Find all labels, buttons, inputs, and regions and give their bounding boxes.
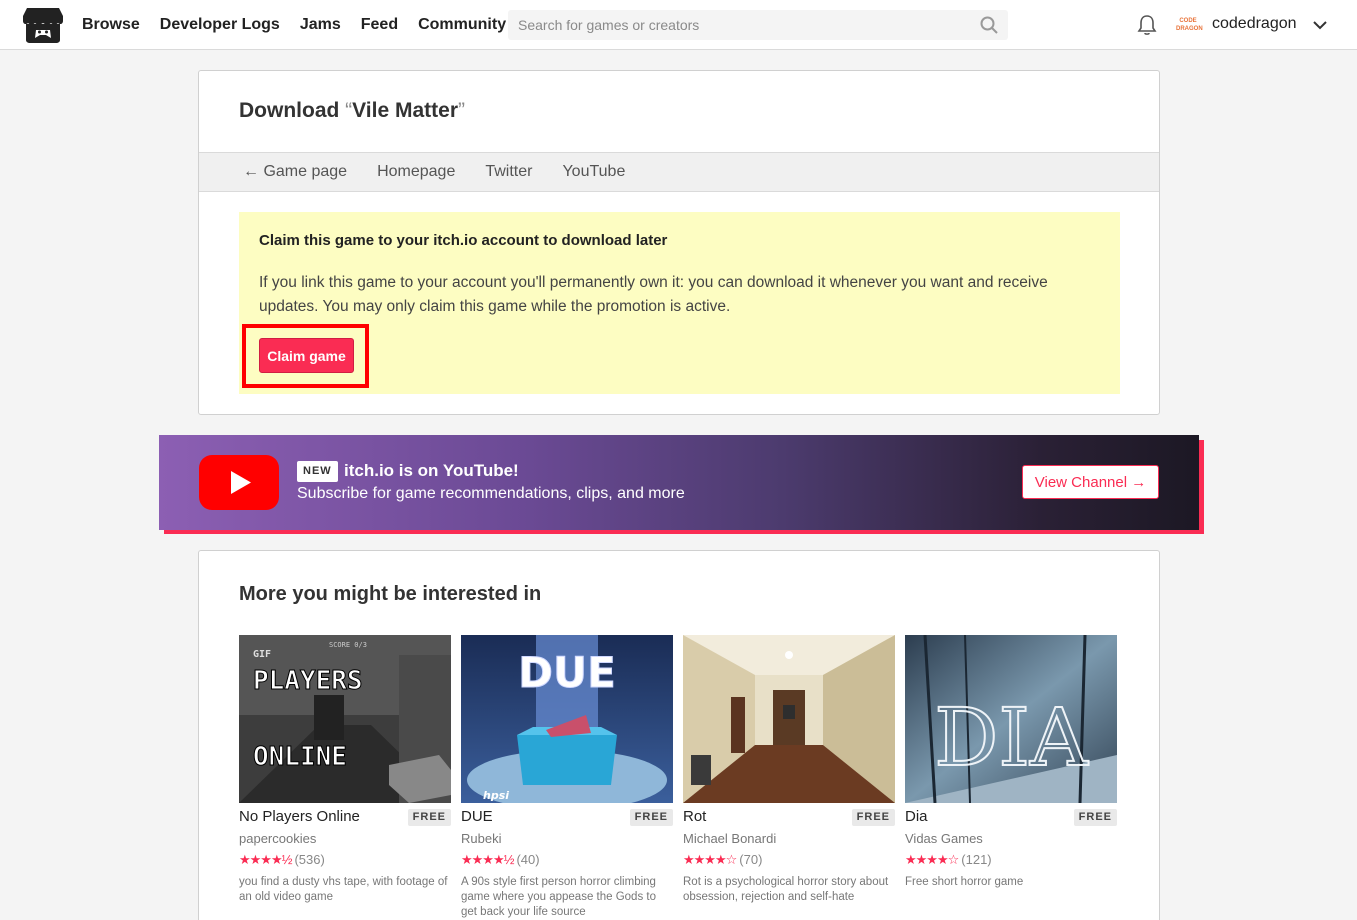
game-author[interactable]: Michael Bonardi bbox=[683, 831, 776, 846]
username[interactable]: codedragon bbox=[1212, 15, 1297, 33]
search-icon[interactable] bbox=[980, 16, 998, 34]
homepage-link[interactable]: Homepage bbox=[377, 163, 455, 181]
search-bar bbox=[508, 10, 1008, 40]
download-panel: Download “Vile Matter” ← Game page Homep… bbox=[198, 70, 1160, 415]
itchio-logo-icon[interactable] bbox=[23, 7, 63, 44]
game-title: Vile Matter bbox=[352, 99, 458, 122]
recommendations-panel: More you might be interested in SCORE 0/… bbox=[198, 550, 1160, 920]
game-thumbnail[interactable]: DUE hpsi bbox=[461, 635, 673, 803]
game-links-bar: ← Game page Homepage Twitter YouTube bbox=[199, 152, 1159, 192]
claim-description: If you link this game to your account yo… bbox=[259, 274, 1048, 315]
chevron-down-icon[interactable] bbox=[1312, 17, 1328, 33]
rating-count: (121) bbox=[961, 852, 992, 867]
new-badge: NEW bbox=[297, 461, 338, 482]
thumb-studio-label: hpsi bbox=[483, 789, 509, 802]
rating: ★★★★☆ (121) bbox=[905, 852, 992, 868]
game-author[interactable]: papercookies bbox=[239, 831, 316, 846]
search-input[interactable] bbox=[508, 10, 968, 40]
twitter-link[interactable]: Twitter bbox=[485, 163, 532, 181]
youtube-link[interactable]: YouTube bbox=[562, 163, 625, 181]
site-header: Browse Developer Logs Jams Feed Communit… bbox=[0, 0, 1357, 50]
thumb-score: SCORE 0/3 bbox=[329, 641, 367, 649]
thumb-title-online: ONLINE bbox=[253, 742, 347, 772]
star-rating-icon: ★★★★½ bbox=[461, 852, 514, 867]
nav-browse[interactable]: Browse bbox=[82, 16, 140, 34]
game-page-link[interactable]: ← Game page bbox=[243, 163, 347, 181]
claim-game-button[interactable]: Claim game bbox=[259, 338, 354, 373]
rating-count: (536) bbox=[294, 852, 325, 867]
game-cell: Rot FREE Michael Bonardi ★★★★☆ (70) Rot i… bbox=[683, 635, 895, 903]
game-title[interactable]: Rot bbox=[683, 808, 706, 825]
nav-jams[interactable]: Jams bbox=[300, 16, 341, 34]
nav-developer-logs[interactable]: Developer Logs bbox=[160, 16, 280, 34]
game-description: A 90s style first person horror climbing… bbox=[461, 876, 656, 918]
rating: ★★★★☆ (70) bbox=[683, 852, 762, 868]
youtube-banner[interactable]: NEW itch.io is on YouTube! Subscribe for… bbox=[159, 435, 1199, 530]
nav-feed[interactable]: Feed bbox=[361, 16, 398, 34]
main-nav: Browse Developer Logs Jams Feed Communit… bbox=[82, 0, 526, 50]
thumb-title-dia: DIA bbox=[934, 691, 1089, 784]
price-badge: FREE bbox=[407, 809, 451, 826]
game-cell: SCORE 0/3 GIF PLAYERS ONLINE No Players … bbox=[239, 635, 451, 903]
thumb-title-due: DUE bbox=[518, 648, 616, 697]
youtube-logo-icon bbox=[199, 455, 279, 510]
recommendations-title: More you might be interested in bbox=[239, 583, 542, 605]
game-author[interactable]: Rubeki bbox=[461, 831, 501, 846]
notification-bell-icon[interactable] bbox=[1137, 14, 1157, 36]
game-cell: DUE hpsi DUE FREE Rubeki ★★★★½ (40) A 90s… bbox=[461, 635, 673, 918]
star-rating-icon: ★★★★☆ bbox=[683, 852, 737, 867]
title-prefix: Download bbox=[239, 99, 346, 122]
game-cell: DIA Dia FREE Vidas Games ★★★★☆ (121) Free… bbox=[905, 635, 1117, 888]
rating-count: (40) bbox=[516, 852, 540, 867]
game-title[interactable]: DUE bbox=[461, 808, 493, 825]
game-thumbnail[interactable]: DIA bbox=[905, 635, 1117, 803]
nav-community[interactable]: Community bbox=[418, 16, 506, 34]
view-channel-button[interactable]: View Channel → bbox=[1022, 465, 1159, 499]
game-title[interactable]: Dia bbox=[905, 808, 928, 825]
price-badge: FREE bbox=[1073, 809, 1117, 826]
rating: ★★★★½ (40) bbox=[461, 852, 540, 868]
claim-title: Claim this game to your itch.io account … bbox=[259, 232, 668, 249]
game-thumbnail[interactable] bbox=[683, 635, 895, 803]
gif-label: GIF bbox=[253, 649, 271, 660]
star-rating-icon: ★★★★☆ bbox=[905, 852, 959, 867]
game-description: Free short horror game bbox=[905, 876, 1024, 888]
claim-notice: Claim this game to your itch.io account … bbox=[239, 212, 1120, 394]
youtube-banner-title: itch.io is on YouTube! bbox=[344, 461, 519, 480]
price-badge: FREE bbox=[629, 809, 673, 826]
page-title: Download “Vile Matter” bbox=[239, 99, 465, 123]
game-title[interactable]: No Players Online bbox=[239, 808, 360, 825]
rating: ★★★★½ (536) bbox=[239, 852, 325, 868]
star-rating-icon: ★★★★½ bbox=[239, 852, 292, 867]
title-close-quote: ” bbox=[458, 99, 465, 122]
game-author[interactable]: Vidas Games bbox=[905, 831, 983, 846]
avatar[interactable]: CODE DRAGON bbox=[1176, 13, 1203, 37]
youtube-banner-subtitle: Subscribe for game recommendations, clip… bbox=[297, 485, 685, 502]
thumb-title-players: PLAYERS bbox=[253, 666, 363, 696]
game-description: Rot is a psychological horror story abou… bbox=[683, 876, 889, 903]
price-badge: FREE bbox=[851, 809, 895, 826]
rating-count: (70) bbox=[739, 852, 763, 867]
game-thumbnail[interactable]: SCORE 0/3 GIF PLAYERS ONLINE bbox=[239, 635, 451, 803]
game-description: you find a dusty vhs tape, with footage … bbox=[239, 876, 448, 903]
